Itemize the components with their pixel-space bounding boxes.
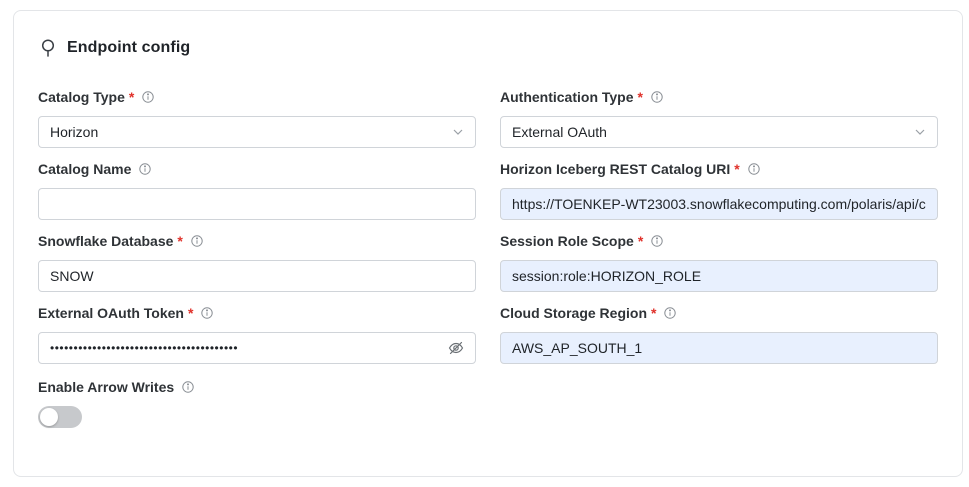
catalog-type-field: Catalog Type * Horizon: [38, 88, 476, 148]
card-title: Endpoint config: [67, 39, 191, 56]
snowflake-database-field: Snowflake Database * SNOW: [38, 232, 476, 292]
arrow-writes-field: Enable Arrow Writes: [38, 378, 238, 428]
chevron-down-icon: [914, 126, 926, 138]
oauth-token-input[interactable]: ••••••••••••••••••••••••••••••••••••••••: [38, 332, 476, 364]
catalog-type-label: Catalog Type: [38, 89, 125, 105]
eye-slash-icon[interactable]: [448, 340, 464, 356]
auth-type-value: External OAuth: [512, 124, 607, 140]
required-mark: *: [177, 233, 183, 249]
rest-uri-input[interactable]: https://TOENKEP-WT23003.snowflakecomputi…: [500, 188, 938, 220]
info-icon[interactable]: [651, 91, 663, 103]
info-icon[interactable]: [651, 235, 663, 247]
info-icon[interactable]: [139, 163, 152, 175]
catalog-type-select[interactable]: Horizon: [38, 116, 476, 148]
storage-region-label: Cloud Storage Region: [500, 305, 647, 321]
auth-type-label: Authentication Type: [500, 89, 634, 105]
oauth-token-label: External OAuth Token: [38, 305, 184, 321]
required-mark: *: [637, 89, 643, 105]
auth-type-select[interactable]: External OAuth: [500, 116, 938, 148]
info-icon[interactable]: [664, 307, 677, 319]
session-role-input[interactable]: session:role:HORIZON_ROLE: [500, 260, 938, 292]
session-role-label: Session Role Scope: [500, 233, 634, 249]
session-role-field: Session Role Scope * session:role:HORIZO…: [500, 232, 938, 292]
catalog-name-field: Catalog Name: [38, 160, 476, 220]
toggle-knob: [40, 408, 58, 426]
catalog-type-value: Horizon: [50, 124, 99, 140]
info-icon[interactable]: [142, 91, 155, 103]
info-icon[interactable]: [182, 381, 194, 393]
arrow-writes-toggle[interactable]: [38, 406, 82, 428]
required-mark: *: [734, 161, 740, 177]
rest-uri-value: https://TOENKEP-WT23003.snowflakecomputi…: [512, 196, 926, 212]
storage-region-field: Cloud Storage Region * AWS_AP_SOUTH_1: [500, 304, 938, 364]
info-icon[interactable]: [191, 235, 203, 247]
required-mark: *: [651, 305, 657, 321]
rest-uri-label: Horizon Iceberg REST Catalog URI: [500, 161, 731, 177]
required-mark: *: [637, 233, 644, 249]
auth-type-field: Authentication Type * External OAuth: [500, 88, 938, 148]
required-mark: *: [187, 305, 194, 321]
oauth-token-field: External OAuth Token * •••••••••••••••••…: [38, 304, 476, 364]
info-icon[interactable]: [201, 307, 214, 319]
snowflake-database-input[interactable]: SNOW: [38, 260, 476, 292]
catalog-name-input[interactable]: [38, 188, 476, 220]
snowflake-database-label: Snowflake Database: [38, 233, 174, 249]
required-mark: *: [128, 89, 135, 105]
rest-uri-field: Horizon Iceberg REST Catalog URI * https…: [500, 160, 938, 220]
storage-region-value: AWS_AP_SOUTH_1: [512, 340, 643, 356]
catalog-name-label: Catalog Name: [38, 161, 132, 177]
card-header: Endpoint config: [39, 38, 190, 58]
chevron-down-icon: [452, 126, 464, 138]
oauth-token-value: ••••••••••••••••••••••••••••••••••••••••: [50, 341, 239, 355]
lightbulb-icon: [39, 38, 57, 58]
arrow-writes-label: Enable Arrow Writes: [38, 379, 175, 395]
info-icon[interactable]: [748, 163, 760, 175]
storage-region-input[interactable]: AWS_AP_SOUTH_1: [500, 332, 938, 364]
session-role-value: session:role:HORIZON_ROLE: [512, 268, 702, 284]
snowflake-database-value: SNOW: [50, 268, 94, 284]
